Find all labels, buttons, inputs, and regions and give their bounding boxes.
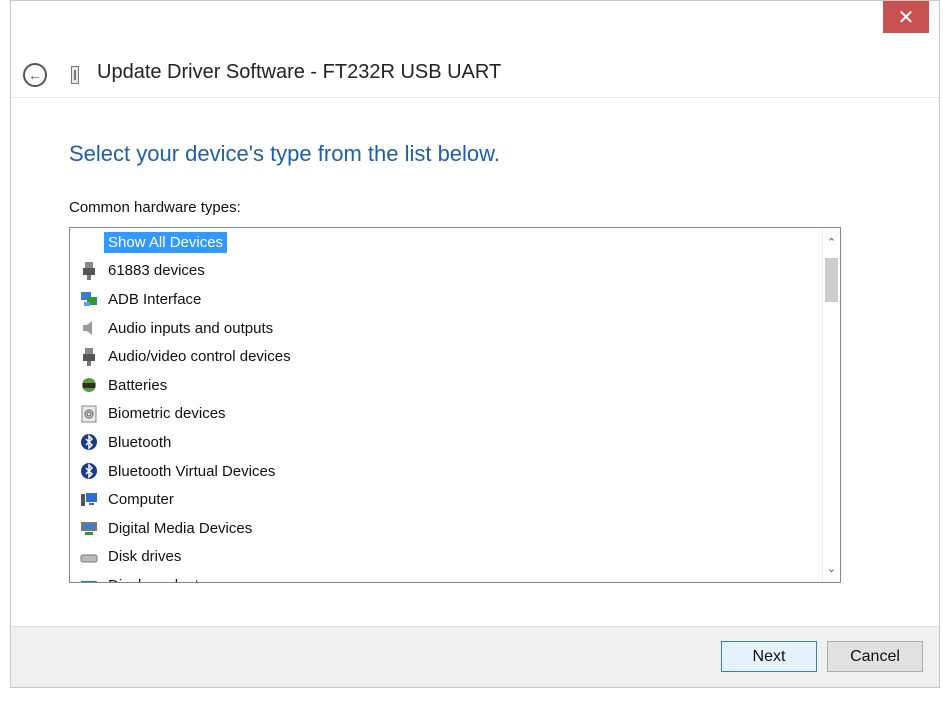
vertical-scrollbar[interactable]: ⌃ ⌄ — [822, 228, 840, 582]
title-bar: ← Update Driver Software - FT232R USB UA… — [11, 53, 939, 97]
list-item[interactable]: ADB Interface — [70, 285, 822, 314]
usb-plug-icon — [80, 261, 98, 280]
list-item[interactable]: Disk drives — [70, 543, 822, 572]
list-item[interactable]: Computer — [70, 485, 822, 514]
page-heading: Select your device's type from the list … — [69, 141, 500, 166]
dialog-footer: Next Cancel — [11, 626, 939, 687]
list-item-label: Bluetooth — [108, 433, 172, 451]
hardware-types-listbox[interactable]: Show All Devices 61883 devices ADB Interfa… — [69, 227, 841, 583]
media-device-icon — [80, 519, 98, 537]
list-item[interactable]: 61883 devices — [70, 257, 822, 286]
scroll-down-icon[interactable]: ⌄ — [823, 558, 840, 578]
list-item[interactable]: Digital Media Devices — [70, 514, 822, 543]
update-driver-window: ✕ ← Update Driver Software - FT232R USB … — [10, 0, 940, 688]
list-label: Common hardware types: — [69, 199, 241, 216]
close-icon: ✕ — [897, 6, 915, 29]
list-items: Show All Devices 61883 devices ADB Interfa… — [70, 228, 822, 582]
scroll-thumb[interactable] — [825, 258, 838, 302]
usb-device-icon — [71, 66, 79, 84]
scroll-up-icon[interactable]: ⌃ — [823, 232, 840, 252]
usb-plug-icon — [80, 347, 98, 366]
bluetooth-icon — [80, 462, 98, 480]
list-item-label: Digital Media Devices — [108, 519, 253, 537]
list-item-label: Audio/video control devices — [108, 348, 291, 366]
list-item[interactable]: Batteries — [70, 371, 822, 400]
close-button[interactable]: ✕ — [883, 1, 929, 33]
list-item-label: Show All Devices — [104, 231, 228, 253]
battery-icon — [80, 376, 98, 394]
list-item[interactable]: Audio inputs and outputs — [70, 314, 822, 343]
header-divider — [11, 97, 939, 98]
list-item-label: Bluetooth Virtual Devices — [108, 462, 276, 480]
list-item-label: Disk drives — [108, 548, 182, 566]
list-item-label: Computer — [108, 491, 174, 509]
list-item[interactable]: Bluetooth Virtual Devices — [70, 457, 822, 486]
list-item[interactable]: Show All Devices — [70, 228, 822, 257]
bluetooth-icon — [80, 433, 98, 451]
speaker-icon — [80, 319, 98, 337]
list-item[interactable]: Display adapters — [70, 571, 822, 582]
back-arrow-icon: ← — [28, 67, 42, 83]
disk-drive-icon — [80, 548, 98, 566]
list-item-label: Batteries — [108, 376, 168, 394]
list-item-label: Display adapters — [104, 575, 224, 582]
network-device-icon — [80, 290, 98, 308]
list-item[interactable]: Audio/video control devices — [70, 342, 822, 371]
fingerprint-icon — [80, 405, 98, 423]
list-item-label: Audio inputs and outputs — [108, 319, 274, 337]
display-adapter-icon — [80, 576, 98, 582]
list-item[interactable]: Bluetooth — [70, 428, 822, 457]
list-item-label: 61883 devices — [108, 262, 205, 280]
next-button[interactable]: Next — [721, 641, 817, 672]
window-title: Update Driver Software - FT232R USB UART — [97, 61, 502, 83]
list-item-label: ADB Interface — [108, 290, 202, 308]
list-item[interactable]: Biometric devices — [70, 400, 822, 429]
computer-icon — [80, 491, 98, 509]
back-button[interactable]: ← — [23, 63, 47, 87]
cancel-button[interactable]: Cancel — [827, 641, 923, 672]
list-item-label: Biometric devices — [108, 405, 226, 423]
